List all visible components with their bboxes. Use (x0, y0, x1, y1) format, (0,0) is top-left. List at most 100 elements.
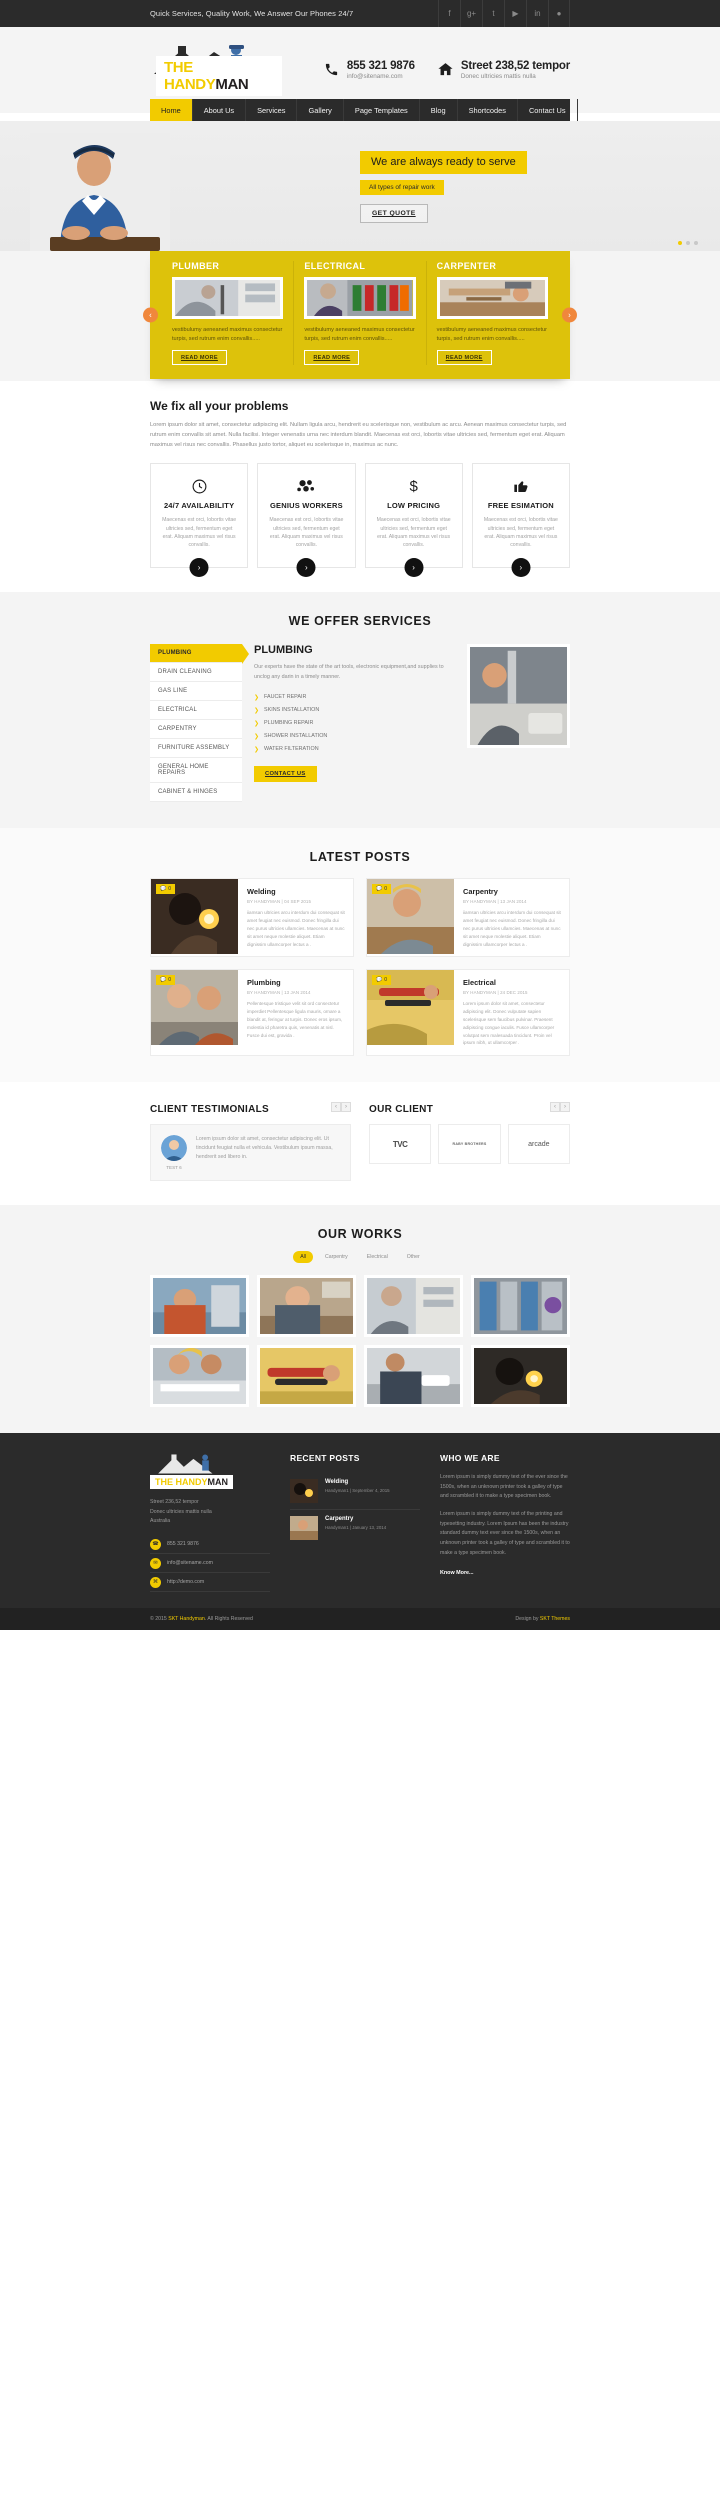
post-title[interactable]: Welding (247, 887, 345, 896)
site-logo[interactable]: THE HANDYMAN (150, 42, 282, 98)
offer-list-item[interactable]: ❯ WATER FILTERATION (254, 743, 449, 756)
footer-recent-post[interactable]: Welding Handyman1 | September 4, 2015 (290, 1473, 420, 1511)
works-filter-all[interactable]: All (293, 1251, 313, 1264)
offer-tab-furniture-assembly[interactable]: FURNITURE ASSEMBLY (150, 739, 242, 759)
nav-item-contact-us[interactable]: Contact Us (518, 99, 578, 121)
nav-item-about-us[interactable]: About Us (193, 99, 247, 121)
feature-card-pricing[interactable]: $ LOW PRICING Maecenas est orci, loborti… (364, 463, 463, 578)
nav-item-gallery[interactable]: Gallery (297, 99, 344, 121)
service-prev-arrow[interactable]: ‹ (143, 307, 158, 323)
service-card-plumber[interactable]: PLUMBER vestibulumy aeneaned maximus con… (162, 261, 295, 366)
work-item[interactable] (150, 1345, 249, 1408)
feature-card-estimation[interactable]: FREE ESIMATION Maecenas est orci, lobort… (471, 463, 570, 578)
work-item[interactable] (471, 1275, 570, 1338)
clients-prev-button[interactable]: ‹ (550, 1102, 560, 1113)
service-next-arrow[interactable]: › (562, 307, 577, 323)
get-quote-button[interactable]: GET QUOTE (360, 204, 428, 223)
offer-tab-plumbing[interactable]: PLUMBING (150, 644, 249, 665)
header-phone-block[interactable]: 855 321 9876 info@sitename.com (323, 60, 415, 80)
client-logo-raby-brothers[interactable]: RABY BROTHERS (438, 1124, 501, 1165)
footer-post-title[interactable]: Carpentry (325, 1516, 386, 1522)
footer-know-more-link[interactable]: Know More... (440, 1570, 474, 1576)
feature-card-availability[interactable]: 24/7 AVAILABILITY Maecenas est orci, lob… (150, 463, 249, 578)
works-filter-other[interactable]: Other (400, 1251, 427, 1263)
testimonials-next-button[interactable]: › (341, 1102, 351, 1113)
post-title[interactable]: Plumbing (247, 978, 345, 987)
footer-recent-post[interactable]: Carpentry Handyman1 | January 13, 2014 (290, 1510, 420, 1546)
contact-us-button[interactable]: CONTACT US (254, 765, 317, 782)
offer-tab-cabinet-hinges[interactable]: CABINET & HINGES (150, 783, 242, 803)
service-card-carpenter[interactable]: CARPENTER vestibulumy aeneaned maximus c… (427, 261, 558, 366)
post-title[interactable]: Carpentry (463, 887, 561, 896)
twitter-icon[interactable]: t (482, 0, 504, 27)
copyright-brand-link[interactable]: SKT Handyman (168, 1616, 205, 1622)
offer-list-item[interactable]: ❯ SHOWER INSTALLATION (254, 730, 449, 743)
offer-tab-carpentry[interactable]: CARPENTRY (150, 720, 242, 740)
service-card-readmore[interactable]: READ MORE (172, 350, 227, 366)
feature-arrow-button[interactable]: › (296, 558, 316, 578)
offer-tab-drain-cleaning[interactable]: DRAIN CLEANING (150, 663, 242, 683)
footer-website-row[interactable]: ⌘ http://demo.com (150, 1573, 270, 1593)
linkedin-icon[interactable]: in (526, 0, 548, 27)
post-card[interactable]: 💬 0 Plumbing BY HANDYMAN | 13 JAN 2014 Pe… (150, 969, 354, 1057)
client-logo-tvc[interactable]: TVC (369, 1124, 432, 1165)
nav-item-home[interactable]: Home (150, 99, 193, 121)
works-filter-carpentry[interactable]: Carpentry (318, 1251, 355, 1263)
post-title[interactable]: Electrical (463, 978, 561, 987)
post-card[interactable]: 💬 0 Welding BY HANDYMAN | 04 SEP 2015 iia… (150, 878, 354, 958)
youtube-icon[interactable]: ▶ (504, 0, 526, 27)
feature-arrow-button[interactable]: › (404, 558, 424, 578)
offer-panel-title: PLUMBING (254, 644, 313, 657)
footer-post-title[interactable]: Welding (325, 1479, 390, 1485)
offer-tab-general-home-repairs[interactable]: GENERAL HOME REPAIRS (150, 758, 242, 784)
offer-tab-electrical[interactable]: ELECTRICAL (150, 701, 242, 721)
post-thumbnail: 💬 0 (367, 970, 454, 1046)
work-item[interactable] (257, 1345, 356, 1408)
facebook-icon[interactable]: f (438, 0, 460, 27)
offer-tab-gas-line[interactable]: GAS LINE (150, 682, 242, 702)
work-item[interactable] (257, 1275, 356, 1338)
offer-list-item[interactable]: ❯ PLUMBING REPAIR (254, 717, 449, 730)
design-by-link[interactable]: SKT Themes (540, 1616, 570, 1622)
footer-email-row[interactable]: ✉ info@sitename.com (150, 1554, 270, 1574)
footer-logo[interactable]: THE HANDYMAN (150, 1453, 238, 1490)
client-logo-arcade[interactable]: arcade (507, 1124, 570, 1165)
works-filter-electrical[interactable]: Electrical (360, 1251, 395, 1263)
footer-recent-posts-column: RECENT POSTS Welding Handyman1 | Septemb… (290, 1453, 420, 1592)
work-item[interactable] (364, 1275, 463, 1338)
thumbs-up-icon (482, 476, 560, 496)
testimonials-prev-button[interactable]: ‹ (331, 1102, 341, 1113)
footer-post-thumbnail (290, 1479, 318, 1504)
post-excerpt: iiamsan ultricies arcu interdum dui cons… (463, 910, 561, 947)
slider-dot-1[interactable] (678, 241, 682, 245)
service-card-electrical[interactable]: ELECTRICAL vestibulumy aeneaned maximus … (294, 261, 427, 366)
header-address-block[interactable]: Street 238,52 tempor Donec ultricies mat… (437, 60, 570, 80)
rss-icon[interactable]: ● (548, 0, 570, 27)
offer-panel: PLUMBING Our experts have the state of t… (254, 644, 455, 802)
post-card[interactable]: 💬 0 Electrical BY HANDYMAN | 24 DEC 2015 … (366, 969, 570, 1057)
work-item[interactable] (150, 1275, 249, 1338)
nav-item-shortcodes[interactable]: Shortcodes (458, 99, 518, 121)
work-item[interactable] (471, 1345, 570, 1408)
service-card-readmore[interactable]: READ MORE (436, 350, 492, 366)
feature-arrow-button[interactable]: › (189, 558, 209, 578)
nav-item-blog[interactable]: Blog (420, 99, 458, 121)
nav-item-services[interactable]: Services (246, 99, 298, 121)
slider-dots[interactable] (678, 241, 698, 245)
offer-list-item[interactable]: ❯ FAUCET REPAIR (254, 691, 449, 704)
offer-list-item[interactable]: ❯ SKINS INSTALLATION (254, 704, 449, 717)
work-item[interactable] (364, 1345, 463, 1408)
footer-who-heading: WHO WE ARE (440, 1453, 500, 1464)
footer-phone-row[interactable]: ☎ 855 321 9876 (150, 1535, 270, 1555)
nav-item-page-templates[interactable]: Page Templates (344, 99, 420, 121)
footer-post-meta: Handyman1 | September 4, 2015 (325, 1488, 390, 1494)
comment-badge: 💬 0 (372, 975, 392, 986)
feature-arrow-button[interactable]: › (511, 558, 531, 578)
feature-card-workers[interactable]: GENIUS WORKERS Maecenas est orci, lobort… (257, 463, 356, 578)
clients-next-button[interactable]: › (560, 1102, 570, 1113)
slider-dot-2[interactable] (686, 241, 690, 245)
post-card[interactable]: 💬 0 Carpentry BY HANDYMAN | 13 JAN 2014 i… (366, 878, 570, 958)
google-plus-icon[interactable]: g+ (460, 0, 482, 27)
service-card-readmore[interactable]: READ MORE (304, 350, 360, 366)
slider-dot-3[interactable] (694, 241, 698, 245)
